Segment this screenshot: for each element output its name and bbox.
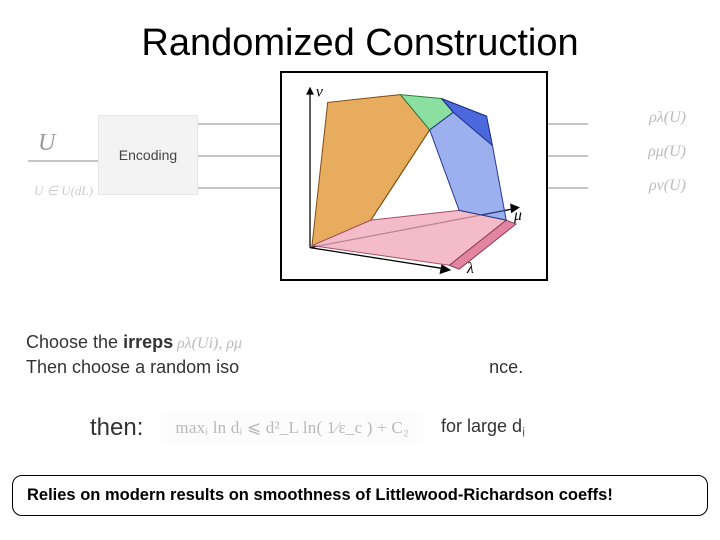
then-right-a: for large d [441, 416, 522, 436]
polytope-figure: ν μ λ [280, 71, 548, 281]
axis-nu-label: ν [316, 84, 323, 101]
then-label: then: [90, 414, 143, 442]
body-irreps-word: irreps [123, 332, 173, 352]
input-U-label: U [38, 130, 55, 157]
body-line1-a: Choose the [26, 332, 123, 352]
then-right-text: for large di [441, 416, 525, 440]
output-rho-nu: ρν(U) [649, 177, 686, 195]
encoding-diagram: U U ∈ U(dL) Encoding ρλ(U) ρμ(U) ρν(U) ν… [0, 75, 720, 285]
then-inequality: maxᵢ ln dᵢ ⩽ d²_L ln( 1⁄ε_c ) + C₂ [161, 412, 423, 444]
encoding-box: Encoding [98, 115, 198, 195]
axis-mu-label: μ [513, 207, 522, 224]
body-line1-math: ρλ(Ui), ρμ [173, 335, 242, 352]
output-rho-mu: ρμ(U) [648, 143, 686, 161]
body-line2-b: nce. [489, 357, 523, 377]
output-rho-lambda: ρλ(U) [649, 109, 686, 127]
footer-note: Relies on modern results on smoothness o… [12, 475, 708, 516]
page-title: Randomized Construction [0, 0, 720, 75]
then-right-sub: i [522, 425, 525, 440]
then-row: then: maxᵢ ln dᵢ ⩽ d²_L ln( 1⁄ε_c ) + C₂… [90, 412, 700, 444]
wire-input [28, 160, 98, 162]
input-U-membership: U ∈ U(dL) [34, 183, 93, 199]
body-line2-a: Then choose a random iso [26, 357, 239, 377]
body-text: Choose the irreps ρλ(Ui), ρμ Then choose… [26, 330, 694, 379]
